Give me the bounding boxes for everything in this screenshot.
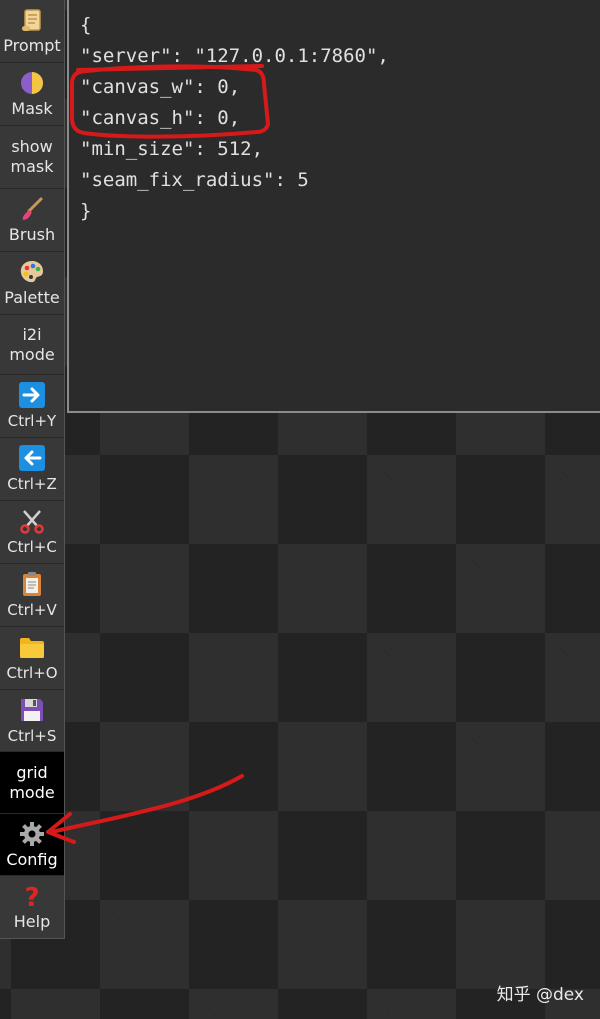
help-label: Help <box>13 912 51 931</box>
redo-label: Ctrl+Y <box>7 412 57 430</box>
grid-mode-label-1: grid <box>16 762 48 782</box>
prompt-button[interactable]: Prompt <box>0 0 64 63</box>
grid-mode-button[interactable]: grid mode <box>0 752 64 814</box>
brush-button[interactable]: Brush <box>0 189 64 252</box>
paintbrush-icon <box>18 195 46 223</box>
palette-button[interactable]: Palette <box>0 252 64 315</box>
code-line-canvas-h: "canvas_h": 0, <box>80 107 241 129</box>
config-button[interactable]: Config <box>0 814 64 876</box>
i2i-mode-label-2: mode <box>9 344 55 364</box>
clipboard-icon <box>18 570 46 598</box>
code-line: } <box>80 200 92 222</box>
code-line: { <box>80 14 92 36</box>
scroll-icon <box>18 6 46 34</box>
half-moon-icon <box>18 69 46 97</box>
gear-icon <box>18 820 46 848</box>
palette-label: Palette <box>4 288 60 307</box>
code-line-canvas-w: "canvas_w": 0, <box>80 76 241 98</box>
prompt-label: Prompt <box>3 36 61 55</box>
mask-button[interactable]: Mask <box>0 63 64 126</box>
toolbar: Prompt Mask show mask Brush Palette i2i … <box>0 0 65 939</box>
undo-button[interactable]: Ctrl+Z <box>0 438 64 501</box>
redo-button[interactable]: Ctrl+Y <box>0 375 64 438</box>
folder-icon <box>18 633 46 661</box>
code-line: "seam_fix_radius": 5 <box>80 169 309 191</box>
open-label: Ctrl+O <box>6 664 58 682</box>
cut-button[interactable]: Ctrl+C <box>0 501 64 564</box>
svg-text:?: ? <box>24 883 39 910</box>
floppy-disk-icon <box>18 696 46 724</box>
paste-button[interactable]: Ctrl+V <box>0 564 64 627</box>
palette-icon <box>18 258 46 286</box>
undo-label: Ctrl+Z <box>7 475 57 493</box>
grid-mode-label-2: mode <box>9 782 55 802</box>
scissors-icon <box>18 507 46 535</box>
save-button[interactable]: Ctrl+S <box>0 690 64 752</box>
code-line: "min_size": 512, <box>80 138 264 160</box>
annotation-arrow <box>50 774 244 834</box>
show-mask-button[interactable]: show mask <box>0 126 64 189</box>
config-label: Config <box>6 849 58 869</box>
config-editor[interactable]: { "server": "127.0.0.1:7860", "canvas_w"… <box>67 0 600 413</box>
mask-label: Mask <box>11 99 53 118</box>
save-label: Ctrl+S <box>7 726 57 745</box>
i2i-mode-label-1: i2i <box>22 324 42 344</box>
left-arrow-icon <box>18 444 46 472</box>
question-mark-icon: ? <box>18 882 46 910</box>
cut-label: Ctrl+C <box>7 538 57 556</box>
open-button[interactable]: Ctrl+O <box>0 627 64 690</box>
show-mask-label-2: mask <box>10 157 54 176</box>
i2i-mode-button[interactable]: i2i mode <box>0 315 64 375</box>
code-line: "server": "127.0.0.1:7860", <box>80 45 389 67</box>
paste-label: Ctrl+V <box>7 601 57 619</box>
brush-label: Brush <box>8 225 56 244</box>
show-mask-label-1: show <box>11 137 53 156</box>
help-button[interactable]: ? Help <box>0 876 64 938</box>
watermark: 知乎 @dex <box>496 985 584 1005</box>
right-arrow-icon <box>18 381 46 409</box>
config-json-text[interactable]: { "server": "127.0.0.1:7860", "canvas_w"… <box>80 10 389 227</box>
